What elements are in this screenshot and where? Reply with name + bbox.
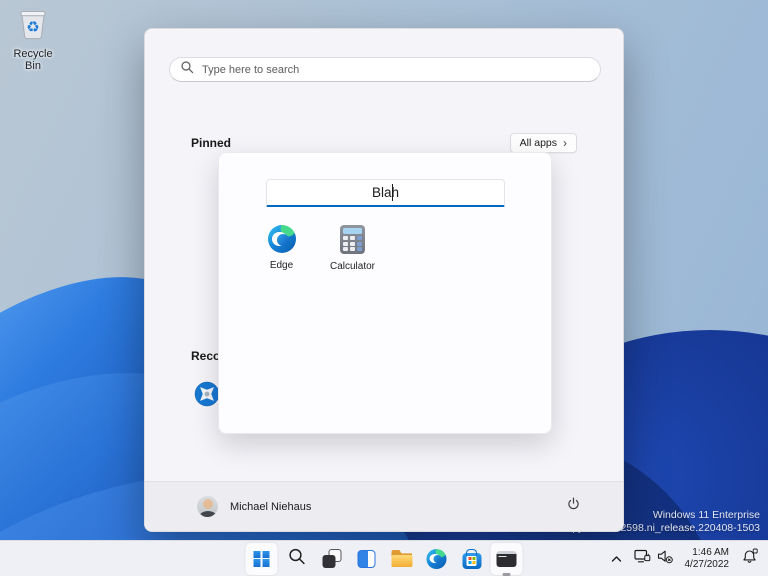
recommended-item-icon[interactable] bbox=[194, 381, 220, 407]
search-placeholder: Type here to search bbox=[202, 64, 299, 76]
app-tile-edge[interactable]: Edge bbox=[246, 225, 317, 272]
recycle-bin-label: Recycle Bin bbox=[4, 48, 62, 72]
user-name: Michael Niehaus bbox=[230, 501, 311, 513]
search-icon bbox=[180, 60, 194, 79]
tray-date: 4/27/2022 bbox=[685, 559, 730, 571]
pinned-section-header: Pinned All apps › bbox=[191, 133, 577, 153]
task-view-button[interactable] bbox=[316, 543, 348, 575]
recycle-bin-icon: ♻ bbox=[15, 6, 51, 47]
app-label: Calculator bbox=[330, 261, 375, 272]
terminal-button[interactable] bbox=[491, 543, 523, 575]
power-button[interactable] bbox=[559, 493, 587, 521]
widgets-button[interactable] bbox=[351, 543, 383, 575]
taskbar: 1:46 AM 4/27/2022 bbox=[0, 540, 768, 576]
recycle-bin-desktop-icon[interactable]: ♻ Recycle Bin bbox=[4, 6, 62, 72]
chevron-right-icon: › bbox=[563, 138, 567, 148]
folder-app-tiles: Edge Calculator bbox=[246, 225, 388, 272]
svg-text:♻: ♻ bbox=[26, 18, 39, 36]
taskbar-search-button[interactable] bbox=[281, 543, 313, 575]
running-app-indicator bbox=[503, 573, 511, 576]
notification-bell-icon bbox=[741, 548, 758, 570]
network-icon bbox=[634, 549, 651, 569]
clock-button[interactable]: 1:46 AM 4/27/2022 bbox=[681, 547, 734, 571]
start-button[interactable] bbox=[246, 543, 278, 575]
file-explorer-icon bbox=[391, 550, 412, 567]
tray-time: 1:46 AM bbox=[685, 547, 730, 559]
store-button[interactable] bbox=[456, 543, 488, 575]
network-volume-button[interactable] bbox=[630, 544, 677, 574]
app-label: Edge bbox=[270, 260, 293, 271]
start-menu-footer: Michael Niehaus bbox=[145, 481, 623, 531]
folder-name-input[interactable]: Blah bbox=[266, 179, 505, 207]
user-profile-button[interactable]: Michael Niehaus bbox=[197, 496, 311, 517]
desktop: ♻ Recycle Bin Windows 11 Enterprise Eval… bbox=[0, 0, 768, 576]
taskbar-center-icons bbox=[246, 541, 523, 576]
all-apps-button[interactable]: All apps › bbox=[510, 133, 577, 153]
volume-muted-icon bbox=[657, 549, 673, 569]
show-hidden-icons-button[interactable] bbox=[607, 544, 626, 574]
notification-center-button[interactable] bbox=[737, 544, 762, 574]
search-icon bbox=[287, 547, 306, 571]
text-caret bbox=[392, 184, 393, 201]
app-tile-calculator[interactable]: Calculator bbox=[317, 225, 388, 272]
calculator-icon bbox=[340, 225, 365, 254]
microsoft-store-icon bbox=[462, 553, 481, 569]
folder-name-value: Blah bbox=[267, 180, 504, 205]
pinned-folder-popup: Blah Edge Calculator bbox=[218, 152, 552, 434]
edge-icon bbox=[427, 549, 447, 569]
windows-logo-icon bbox=[254, 551, 270, 567]
pinned-label: Pinned bbox=[191, 136, 231, 150]
user-avatar bbox=[197, 496, 218, 517]
terminal-icon bbox=[497, 551, 517, 567]
start-menu: Type here to search Pinned All apps › Re… bbox=[144, 28, 624, 532]
widgets-icon bbox=[358, 550, 376, 568]
file-explorer-button[interactable] bbox=[386, 543, 418, 575]
edge-button[interactable] bbox=[421, 543, 453, 575]
start-search-box[interactable]: Type here to search bbox=[169, 57, 601, 82]
chevron-up-icon bbox=[611, 550, 622, 568]
task-view-icon bbox=[322, 549, 341, 568]
power-icon bbox=[565, 496, 582, 518]
all-apps-label: All apps bbox=[520, 137, 557, 149]
system-tray: 1:46 AM 4/27/2022 bbox=[607, 541, 763, 576]
edge-icon bbox=[268, 225, 296, 253]
